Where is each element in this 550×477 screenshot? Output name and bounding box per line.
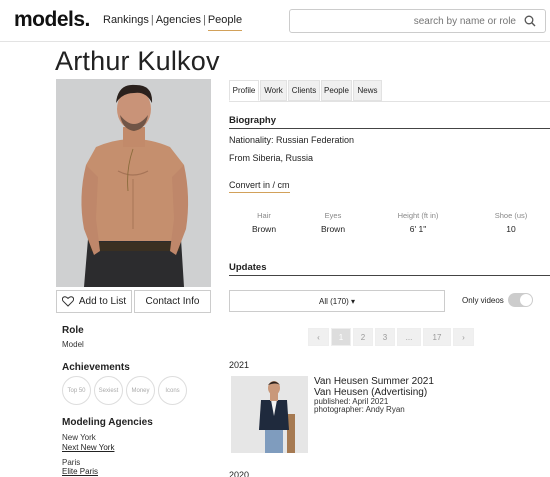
year-heading: 2020 — [229, 470, 250, 477]
add-to-list-button[interactable]: Add to List — [56, 290, 132, 313]
only-videos-toggle[interactable] — [508, 293, 533, 307]
search-icon[interactable] — [524, 15, 536, 27]
agency-link[interactable]: Next New York — [62, 443, 114, 452]
pager-page-2[interactable]: 2 — [353, 328, 373, 346]
biography-rule — [229, 128, 550, 129]
pager-page-17[interactable]: 17 — [423, 328, 451, 346]
campaign-thumbnail[interactable] — [231, 376, 308, 453]
tab-profile[interactable]: Profile — [229, 80, 259, 101]
pager-page-3[interactable]: 3 — [375, 328, 395, 346]
campaign-photographer: photographer: Andy Ryan — [314, 405, 405, 414]
top-header: models. Rankings | Agencies | People — [0, 0, 550, 42]
stat-value-hair: Brown — [251, 224, 277, 234]
role-value: Model — [62, 340, 84, 349]
badge-money[interactable]: Money — [126, 376, 155, 405]
pager-page-1[interactable]: 1 — [331, 328, 351, 346]
updates-filter-select[interactable]: All (170) ▾ — [229, 290, 445, 312]
only-videos-label: Only videos — [462, 296, 504, 305]
campaign-title[interactable]: Van Heusen Summer 2021 — [314, 376, 434, 387]
pager-next[interactable]: › — [453, 328, 474, 346]
nav-people[interactable]: People — [207, 14, 243, 31]
pager-prev[interactable]: ‹ — [308, 328, 329, 346]
stat-label-shoe: Shoe (us) — [494, 211, 528, 220]
stat-label-hair: Hair — [257, 211, 271, 220]
tabs-divider — [229, 101, 550, 102]
biography-heading: Biography — [229, 115, 276, 126]
toggle-knob — [520, 294, 532, 306]
role-heading: Role — [62, 325, 84, 336]
updates-rule — [229, 275, 550, 276]
tab-news[interactable]: News — [353, 80, 382, 101]
search-input[interactable] — [296, 13, 516, 29]
heart-icon — [61, 296, 74, 307]
stat-label-height: Height (ft in) — [397, 211, 439, 220]
agency-link[interactable]: Elite Paris — [62, 467, 98, 476]
agency-city: Paris — [62, 458, 81, 467]
add-to-list-label: Add to List — [78, 296, 127, 307]
nav-agencies[interactable]: Agencies — [156, 14, 201, 26]
updates-heading: Updates — [229, 262, 267, 273]
profile-actions: Add to List Contact Info — [56, 290, 211, 313]
model-name: Arthur Kulkov — [55, 46, 220, 76]
tab-clients[interactable]: Clients — [288, 80, 320, 101]
main-nav: Rankings | Agencies | People — [103, 14, 243, 31]
nav-rankings[interactable]: Rankings — [103, 14, 149, 26]
model-photo — [56, 79, 211, 287]
tab-work[interactable]: Work — [260, 80, 287, 101]
agencies-heading: Modeling Agencies — [62, 417, 153, 428]
stat-value-shoe: 10 — [506, 224, 516, 234]
contact-info-button[interactable]: Contact Info — [134, 290, 211, 313]
year-heading: 2021 — [229, 360, 250, 370]
origin-text: From Siberia, Russia — [229, 153, 314, 163]
agency-city: New York — [62, 433, 96, 442]
nationality-text: Nationality: Russian Federation — [229, 135, 355, 145]
stat-value-eyes: Brown — [320, 224, 346, 234]
pager-ellipsis: ... — [397, 328, 421, 346]
badge-sexiest[interactable]: Sexiest — [94, 376, 123, 405]
stat-label-eyes: Eyes — [324, 211, 342, 220]
contact-info-label: Contact Info — [145, 296, 200, 307]
tab-people[interactable]: People — [321, 80, 352, 101]
achievements-heading: Achievements — [62, 362, 130, 373]
site-logo[interactable]: models. — [14, 8, 90, 32]
search-box[interactable] — [289, 9, 546, 33]
badge-top-50[interactable]: Top 50 — [62, 376, 91, 405]
stat-value-height: 6' 1" — [409, 224, 427, 234]
nav-separator: | — [150, 14, 154, 26]
nav-separator: | — [202, 14, 206, 26]
convert-units-link[interactable]: Convert in / cm — [229, 180, 290, 193]
badge-icons[interactable]: Icons — [158, 376, 187, 405]
